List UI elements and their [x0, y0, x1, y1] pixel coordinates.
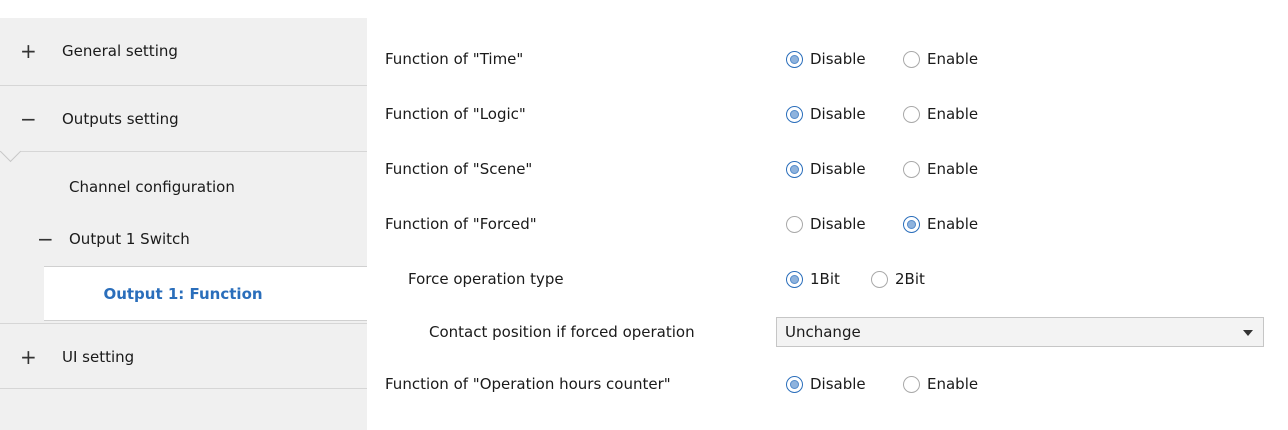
radio-label: Disable [810, 50, 866, 68]
radio-button-icon[interactable] [786, 160, 803, 178]
param-label: Contact position if forced operation [429, 323, 695, 341]
radio-time-enable[interactable]: Enable [903, 48, 978, 70]
sidebar-item-label: Output 1 Switch [69, 230, 190, 248]
radio-button-icon[interactable] [786, 105, 803, 123]
radio-label: Enable [927, 215, 979, 233]
radio-label: Disable [810, 375, 866, 393]
sidebar-item-label: UI setting [62, 348, 135, 366]
expand-plus-icon[interactable]: + [20, 347, 37, 367]
radio-label: Disable [810, 160, 866, 178]
radio-logic-enable[interactable]: Enable [903, 103, 978, 125]
param-row-forced: Function of "Forced" Disable Enable [368, 208, 1288, 240]
sidebar-item-ui-setting[interactable]: + UI setting [0, 324, 367, 390]
radio-label: Enable [927, 375, 979, 393]
radio-force-type-1bit[interactable]: 1Bit [786, 268, 840, 290]
sidebar-item-output-1-function[interactable]: Output 1: Function [44, 266, 367, 321]
dropdown-value: Unchange [785, 323, 861, 341]
radio-button-icon[interactable] [871, 270, 888, 288]
radio-button-icon[interactable] [786, 215, 803, 233]
parameter-panel: Function of "Time" Disable Enable Functi… [368, 18, 1288, 430]
param-row-time: Function of "Time" Disable Enable [368, 43, 1288, 75]
param-label: Force operation type [408, 270, 564, 288]
sidebar-item-channel-configuration[interactable]: Channel configuration [0, 164, 367, 210]
collapse-minus-icon[interactable]: − [37, 229, 54, 249]
radio-forced-enable[interactable]: Enable [903, 213, 978, 235]
expand-plus-icon[interactable]: + [20, 41, 37, 61]
param-row-contact-position: Contact position if forced operation Unc… [368, 316, 1288, 348]
param-row-logic: Function of "Logic" Disable Enable [368, 98, 1288, 130]
radio-label: Enable [927, 105, 979, 123]
radio-button-icon[interactable] [903, 215, 920, 233]
radio-button-icon[interactable] [786, 375, 803, 393]
param-label: Function of "Forced" [385, 215, 537, 233]
sidebar-divider [0, 151, 367, 152]
radio-hours-counter-enable[interactable]: Enable [903, 373, 978, 395]
radio-button-icon[interactable] [903, 50, 920, 68]
radio-button-icon[interactable] [786, 270, 803, 288]
radio-label: Enable [927, 160, 979, 178]
sidebar-divider [0, 388, 367, 389]
param-label: Function of "Operation hours counter" [385, 375, 671, 393]
radio-label: 2Bit [895, 270, 925, 288]
radio-label: Disable [810, 215, 866, 233]
param-label: Function of "Time" [385, 50, 524, 68]
top-strip [0, 0, 1288, 18]
radio-forced-disable[interactable]: Disable [786, 213, 866, 235]
radio-hours-counter-disable[interactable]: Disable [786, 373, 866, 395]
param-row-force-type: Force operation type 1Bit 2Bit [368, 263, 1288, 295]
radio-button-icon[interactable] [786, 50, 803, 68]
radio-button-icon[interactable] [903, 105, 920, 123]
radio-scene-enable[interactable]: Enable [903, 158, 978, 180]
radio-scene-disable[interactable]: Disable [786, 158, 866, 180]
radio-label: Enable [927, 50, 979, 68]
app-window: + General setting − Outputs setting Chan… [0, 0, 1288, 430]
sidebar: + General setting − Outputs setting Chan… [0, 18, 367, 430]
sidebar-item-label: Outputs setting [62, 110, 179, 128]
radio-time-disable[interactable]: Disable [786, 48, 866, 70]
chevron-down-icon[interactable] [1243, 330, 1253, 336]
param-label: Function of "Scene" [385, 160, 533, 178]
sidebar-item-output-1-switch[interactable]: − Output 1 Switch [0, 216, 367, 262]
param-label: Function of "Logic" [385, 105, 526, 123]
radio-button-icon[interactable] [903, 160, 920, 178]
sidebar-item-label-selected: Output 1: Function [103, 284, 263, 303]
collapse-minus-icon[interactable]: − [20, 109, 37, 129]
param-row-hours-counter: Function of "Operation hours counter" Di… [368, 368, 1288, 400]
sidebar-item-general-setting[interactable]: + General setting [0, 18, 367, 84]
radio-button-icon[interactable] [903, 375, 920, 393]
sidebar-item-outputs-setting[interactable]: − Outputs setting [0, 86, 367, 152]
sidebar-item-label: General setting [62, 42, 178, 60]
radio-label: Disable [810, 105, 866, 123]
radio-logic-disable[interactable]: Disable [786, 103, 866, 125]
contact-position-dropdown[interactable]: Unchange [776, 317, 1264, 347]
sidebar-item-label: Channel configuration [69, 178, 235, 196]
radio-label: 1Bit [810, 270, 840, 288]
param-row-scene: Function of "Scene" Disable Enable [368, 153, 1288, 185]
radio-force-type-2bit[interactable]: 2Bit [871, 268, 925, 290]
